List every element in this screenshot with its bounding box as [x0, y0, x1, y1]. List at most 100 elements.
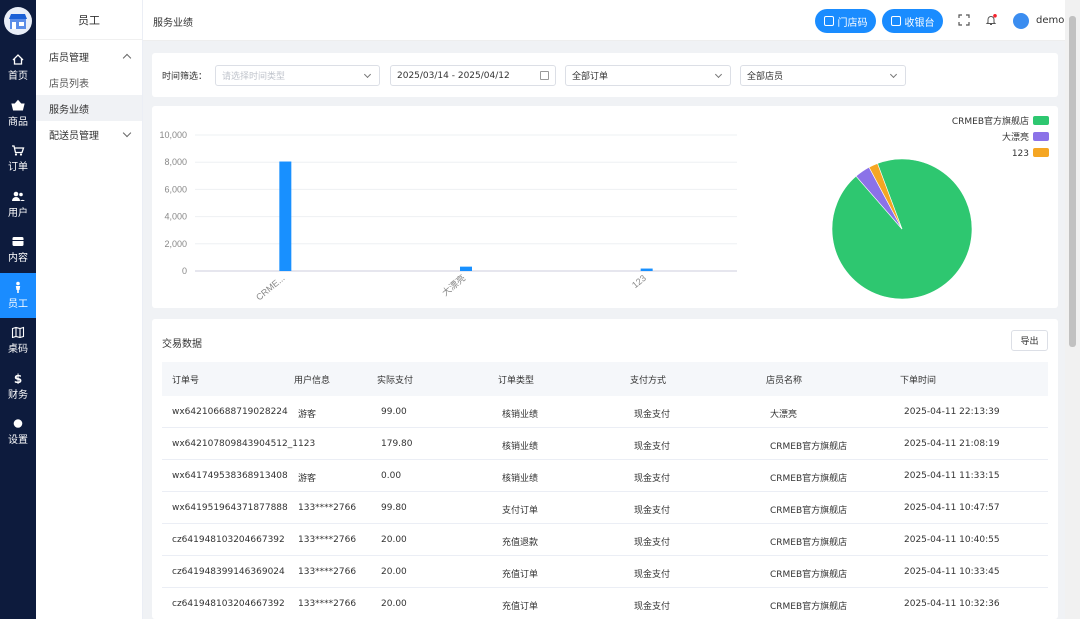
- cashier-icon: [890, 16, 901, 26]
- scrollbar-thumb[interactable]: [1069, 16, 1076, 347]
- table-row[interactable]: cz641948103204667392 133****2766 20.00 充值退款…: [162, 524, 1048, 556]
- cell-order-type: 核销业绩: [502, 442, 539, 452]
- table-row[interactable]: wx641951964371877888 133****2766 99.80 支付订单…: [162, 492, 1048, 524]
- legend-label[interactable]: 大漂亮: [1002, 131, 1029, 143]
- staff-select[interactable]: 全部店员: [740, 65, 906, 86]
- menu-group-delivery-management[interactable]: 配送员管理: [36, 121, 142, 147]
- cart-icon: [11, 144, 25, 156]
- table-code-icon: [11, 326, 25, 339]
- time-type-select[interactable]: 请选择时间类型: [215, 65, 380, 86]
- cell-pay-method: 现金支付: [634, 570, 671, 580]
- y-tick-label: 10,000: [159, 130, 187, 140]
- table-title: 交易数据: [162, 339, 202, 350]
- cell-amount: 99.00: [381, 407, 407, 417]
- column-header-amount[interactable]: 实际支付: [377, 373, 413, 386]
- nav-item-label: 商品: [8, 116, 28, 128]
- nav-item-basket[interactable]: 商品: [0, 91, 36, 137]
- chevron-down-icon: [122, 128, 132, 137]
- staff-select-value: 全部店员: [747, 72, 784, 82]
- column-header-order-time[interactable]: 下单时间: [900, 373, 936, 386]
- cell-order-type: 充值退款: [502, 538, 539, 548]
- cell-amount: 99.80: [381, 503, 407, 513]
- cell-user-info: 133****2766: [298, 503, 357, 513]
- nav-item-table-code[interactable]: 桌码: [0, 318, 36, 364]
- chevron-up-icon: [122, 53, 132, 62]
- fullscreen-icon[interactable]: [958, 14, 970, 26]
- x-tick-label: CRME...: [254, 273, 286, 303]
- legend-swatch[interactable]: [1033, 132, 1049, 141]
- cashier-button[interactable]: 收银台: [882, 9, 943, 33]
- basket-icon: [11, 99, 25, 111]
- cell-order-no: wx642107809843904512_1: [172, 439, 298, 449]
- nav-item-home[interactable]: 首页: [0, 45, 36, 91]
- menu-item-service-performance[interactable]: 服务业绩: [36, 95, 142, 121]
- table-row[interactable]: wx642106688719028224 游客 99.00 核销业绩 现金支付 大漂亮 20…: [162, 396, 1048, 428]
- legend-label[interactable]: CRMEB官方旗舰店: [952, 115, 1029, 127]
- nav-item-content[interactable]: 内容: [0, 227, 36, 273]
- cell-staff-name: CRMEB官方旗舰店: [770, 506, 848, 516]
- cell-amount: 20.00: [381, 535, 407, 545]
- cell-order-type: 支付订单: [502, 506, 539, 516]
- cell-user-info: 游客: [298, 410, 317, 420]
- cell-order-time: 2025-04-11 10:47:57: [904, 503, 1000, 513]
- y-tick-label: 6,000: [164, 184, 187, 194]
- menu-item-staff-list[interactable]: 店员列表: [36, 69, 142, 95]
- cell-amount: 20.00: [381, 567, 407, 577]
- nav-item-label: 首页: [8, 71, 28, 83]
- table-row[interactable]: wx642107809843904512_1 123 179.80 核销业绩 现金支付 C…: [162, 428, 1048, 460]
- staff-icon: [11, 281, 25, 293]
- cashier-label: 收银台: [904, 17, 935, 29]
- table-row[interactable]: cz641948399146369024 133****2766 20.00 充值订单…: [162, 556, 1048, 588]
- nav-item-users[interactable]: 用户: [0, 182, 36, 228]
- menu-group-staff-management[interactable]: 店员管理: [36, 43, 142, 69]
- legend-label[interactable]: 123: [1012, 149, 1029, 159]
- time-filter-label: 时间筛选：: [162, 72, 208, 82]
- cell-order-time: 2025-04-11 11:33:15: [904, 471, 1000, 481]
- x-tick-label: 大漂亮: [440, 272, 468, 298]
- cell-user-info: 133****2766: [298, 567, 357, 577]
- nav-item-settings[interactable]: 设置: [0, 409, 36, 455]
- nav-item-staff[interactable]: 员工: [0, 272, 36, 318]
- bar[interactable]: [640, 268, 653, 271]
- date-range-picker[interactable]: 2025/03/14 - 2025/04/12: [390, 65, 556, 86]
- nav-item-label: 桌码: [8, 344, 28, 356]
- legend-swatch[interactable]: [1033, 116, 1049, 125]
- cell-amount: 0.00: [381, 471, 402, 481]
- avatar[interactable]: [1013, 13, 1029, 29]
- bar[interactable]: [460, 266, 472, 271]
- column-header-pay-method[interactable]: 支付方式: [630, 373, 666, 386]
- page-scrollbar[interactable]: [1065, 0, 1080, 619]
- cell-user-info: 游客: [298, 474, 317, 484]
- store-code-button[interactable]: 门店码: [815, 9, 876, 33]
- store-code-label: 门店码: [837, 17, 868, 29]
- cell-user-info: 123: [298, 439, 316, 449]
- bar[interactable]: [279, 161, 292, 271]
- cell-order-time: 2025-04-11 10:32:36: [904, 599, 1000, 609]
- table-row[interactable]: wx641749538368913408 游客 0.00 核销业绩 现金支付 CRMEB官…: [162, 460, 1048, 492]
- column-header-order-type[interactable]: 订单类型: [498, 373, 534, 386]
- chart-panel: 10,000 8,000 6,000 4,000 2,000 0 CRME... 大漂亮 123…: [152, 106, 1058, 308]
- store-logo[interactable]: [4, 7, 32, 35]
- export-button[interactable]: 导出: [1011, 330, 1048, 351]
- calendar-icon: [540, 71, 549, 80]
- bell-icon[interactable]: [985, 14, 997, 26]
- chevron-down-icon: [714, 70, 723, 79]
- cell-order-no: cz641948399146369024: [172, 567, 285, 577]
- home-icon: [11, 53, 25, 65]
- column-header-user-info[interactable]: 用户信息: [294, 373, 330, 386]
- username[interactable]: demo: [1036, 15, 1064, 26]
- cell-staff-name: CRMEB官方旗舰店: [770, 602, 848, 612]
- cell-order-no: cz641948103204667392: [172, 599, 285, 609]
- column-header-order-no[interactable]: 订单号: [172, 373, 199, 386]
- table-header: 订单号 用户信息 实际支付 订单类型 支付方式 店员名称 下单时间: [162, 362, 1048, 396]
- nav-item-cart[interactable]: 订单: [0, 136, 36, 182]
- nav-item-dollar[interactable]: $ 财务: [0, 364, 36, 410]
- cell-order-no: wx642106688719028224: [172, 407, 288, 417]
- top-bar: 服务业绩 门店码 收银台 demo: [143, 0, 1065, 41]
- column-header-staff-name[interactable]: 店员名称: [766, 373, 802, 386]
- y-tick-label: 8,000: [164, 157, 187, 167]
- table-row[interactable]: cz641948103204667392 133****2766 20.00 充值订单…: [162, 588, 1048, 619]
- order-type-select[interactable]: 全部订单: [565, 65, 731, 86]
- cell-pay-method: 现金支付: [634, 602, 671, 612]
- legend-swatch[interactable]: [1033, 148, 1049, 157]
